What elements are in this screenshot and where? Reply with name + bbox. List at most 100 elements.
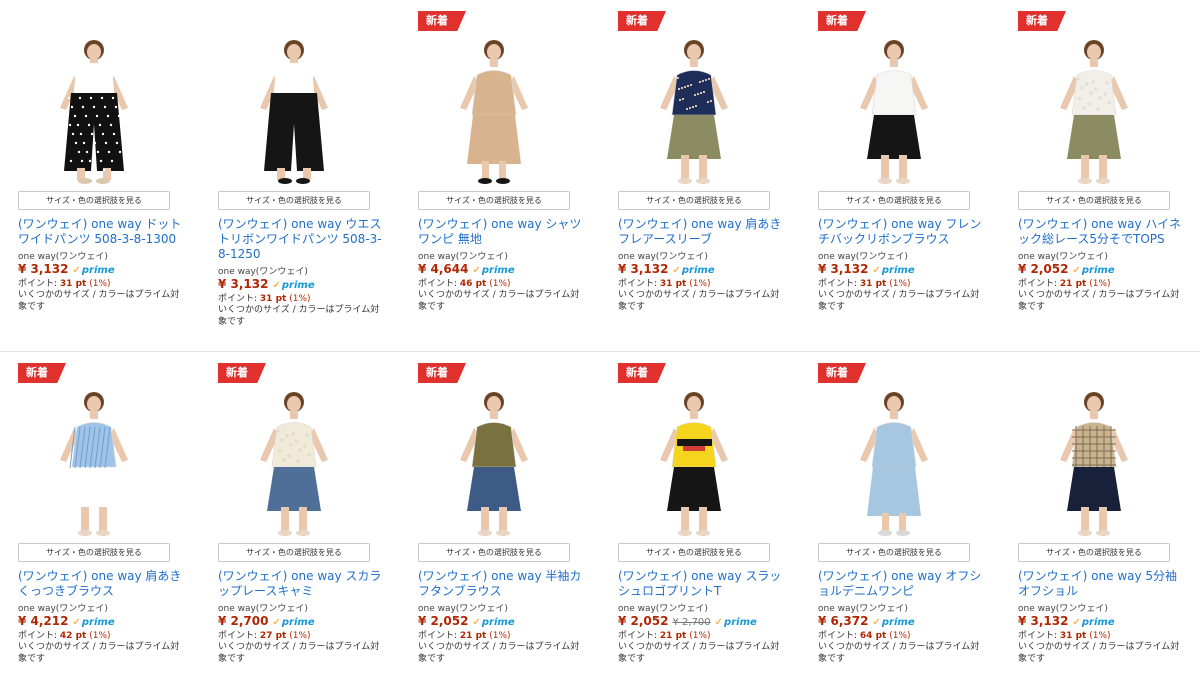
- brand-name: one way(ワンウェイ): [1018, 252, 1108, 262]
- points-percent: (1%): [289, 631, 311, 641]
- availability-note: いくつかのサイズ / カラーはプライム対象です: [818, 290, 980, 312]
- variation-button[interactable]: サイズ・色の選択肢を見る: [1018, 543, 1170, 562]
- price: ¥ 6,372: [818, 614, 869, 628]
- white-blouse-black-shorts-icon: [860, 40, 928, 184]
- product-title-link[interactable]: (ワンウェイ) one way スラッシュロゴプリントT: [618, 569, 786, 599]
- product-card-11[interactable]: 新着 サイズ・色の選択肢を見る (ワンウェイ) one way オフショルデニム…: [800, 352, 1000, 695]
- points-prefix: ポイント:: [1018, 279, 1058, 289]
- product-image[interactable]: [218, 32, 370, 186]
- brand-name: one way(ワンウェイ): [618, 252, 708, 262]
- points-value: 31 pt: [59, 279, 87, 289]
- product-title-link[interactable]: (ワンウェイ) one way ウエストリボンワイドパンツ 508-3-8-12…: [218, 217, 386, 262]
- new-badge: 新着: [1018, 11, 1066, 31]
- prime-badge: ✓ prime: [472, 266, 514, 276]
- points-prefix: ポイント:: [218, 294, 258, 304]
- new-badge: 新着: [418, 363, 466, 383]
- product-card-1[interactable]: サイズ・色の選択肢を見る (ワンウェイ) one way ドットワイドパンツ 5…: [0, 0, 200, 343]
- variation-button[interactable]: サイズ・色の選択肢を見る: [418, 191, 570, 210]
- product-card-7[interactable]: 新着 サイズ・色の選択肢を見る (ワンウェイ) one way 肩あきくっつきブ…: [0, 352, 200, 695]
- product-title-link[interactable]: (ワンウェイ) one way ドットワイドパンツ 508-3-8-1300: [18, 217, 186, 247]
- product-title-link[interactable]: (ワンウェイ) one way フレンチバックリボンブラウス: [818, 217, 986, 247]
- navy-floral-cold-shoulder-top-icon: [660, 40, 728, 184]
- product-card-9[interactable]: 新着 サイズ・色の選択肢を見る (ワンウェイ) one way 半袖カフタンブラ…: [400, 352, 600, 695]
- availability-note: いくつかのサイズ / カラーはプライム対象です: [218, 305, 380, 327]
- prime-badge: ✓ prime: [872, 618, 914, 628]
- product-image[interactable]: [818, 384, 970, 538]
- product-card-4[interactable]: 新着 サイズ・色の選択肢を見る (ワンウェイ) one way 肩あきフレアース…: [600, 0, 800, 343]
- variation-button[interactable]: サイズ・色の選択肢を見る: [18, 543, 170, 562]
- price: ¥ 4,212: [18, 614, 69, 628]
- check-icon: ✓: [72, 617, 81, 628]
- points-value: 31 pt: [1059, 631, 1087, 641]
- product-image[interactable]: [418, 32, 570, 186]
- points-percent: (1%): [89, 279, 111, 289]
- price-line: ¥ 4,644 ✓ prime: [418, 262, 593, 276]
- variation-button[interactable]: サイズ・色の選択肢を見る: [818, 191, 970, 210]
- product-image[interactable]: [618, 384, 770, 538]
- polka-dot-wide-pants-icon: [60, 40, 128, 184]
- brand-name: one way(ワンウェイ): [818, 604, 908, 614]
- new-badge: 新着: [418, 11, 466, 31]
- price: ¥ 2,052: [418, 614, 469, 628]
- product-title-link[interactable]: (ワンウェイ) one way オフショルデニムワンピ: [818, 569, 986, 599]
- points-value: 64 pt: [859, 631, 887, 641]
- points-prefix: ポイント:: [218, 631, 258, 641]
- product-card-2[interactable]: サイズ・色の選択肢を見る (ワンウェイ) one way ウエストリボンワイドパ…: [200, 0, 400, 343]
- product-title-link[interactable]: (ワンウェイ) one way ハイネック総レース5分そでTOPS: [1018, 217, 1186, 247]
- product-title-link[interactable]: (ワンウェイ) one way 肩あきフレアースリーブ: [618, 217, 786, 247]
- plaid-off-shoulder-top-icon: [1060, 392, 1128, 536]
- product-title-link[interactable]: (ワンウェイ) one way 肩あきくっつきブラウス: [18, 569, 186, 599]
- variation-button[interactable]: サイズ・色の選択肢を見る: [1018, 191, 1170, 210]
- points-percent: (1%): [289, 294, 311, 304]
- variation-button[interactable]: サイズ・色の選択肢を見る: [418, 543, 570, 562]
- points-percent: (1%): [489, 279, 511, 289]
- prime-label: prime: [281, 617, 315, 628]
- check-icon: ✓: [472, 617, 481, 628]
- variation-button[interactable]: サイズ・色の選択肢を見る: [218, 191, 370, 210]
- check-icon: ✓: [72, 265, 81, 276]
- product-card-3[interactable]: 新着 サイズ・色の選択肢を見る (ワンウェイ) one way シャツワンピ 無…: [400, 0, 600, 343]
- check-icon: ✓: [272, 617, 281, 628]
- product-title-link[interactable]: (ワンウェイ) one way スカラップレースキャミ: [218, 569, 386, 599]
- variation-button[interactable]: サイズ・色の選択肢を見る: [18, 191, 170, 210]
- prime-label: prime: [81, 265, 115, 276]
- points-prefix: ポイント:: [818, 631, 858, 641]
- product-card-5[interactable]: 新着 サイズ・色の選択肢を見る (ワンウェイ) one way フレンチバックリ…: [800, 0, 1000, 343]
- product-title-link[interactable]: (ワンウェイ) one way 半袖カフタンブラウス: [418, 569, 586, 599]
- points-prefix: ポイント:: [18, 279, 58, 289]
- prime-badge: ✓ prime: [1072, 618, 1114, 628]
- points-line: ポイント: 31 pt (1%): [818, 276, 993, 289]
- product-card-10[interactable]: 新着 サイズ・色の選択肢を見る (ワンウェイ) one way スラッシュロゴプ…: [600, 352, 800, 695]
- product-card-8[interactable]: 新着 サイズ・色の選択肢を見る (ワンウェイ) one way スカラップレース…: [200, 352, 400, 695]
- prime-badge: ✓ prime: [1072, 266, 1114, 276]
- availability-note: いくつかのサイズ / カラーはプライム対象です: [18, 642, 180, 664]
- product-card-12[interactable]: サイズ・色の選択肢を見る (ワンウェイ) one way 5分袖オフショル on…: [1000, 352, 1200, 695]
- product-image[interactable]: [1018, 32, 1170, 186]
- check-icon: ✓: [872, 265, 881, 276]
- blue-stripe-off-shoulder-blouse-icon: [60, 392, 128, 536]
- product-image[interactable]: [418, 384, 570, 538]
- product-title-link[interactable]: (ワンウェイ) one way 5分袖オフショル: [1018, 569, 1186, 599]
- product-image[interactable]: [18, 32, 170, 186]
- product-image[interactable]: [818, 32, 970, 186]
- product-card-6[interactable]: 新着 サイズ・色の選択肢を見る (ワンウェイ) one way ハイネック総レー…: [1000, 0, 1200, 343]
- product-image[interactable]: [218, 384, 370, 538]
- variation-button[interactable]: サイズ・色の選択肢を見る: [618, 543, 770, 562]
- check-icon: ✓: [1072, 265, 1081, 276]
- variation-button[interactable]: サイズ・色の選択肢を見る: [218, 543, 370, 562]
- prime-label: prime: [881, 265, 915, 276]
- light-denim-dress-icon: [860, 392, 928, 536]
- variation-button[interactable]: サイズ・色の選択肢を見る: [618, 191, 770, 210]
- prime-badge: ✓ prime: [472, 618, 514, 628]
- prime-badge: ✓ prime: [672, 266, 714, 276]
- availability-note: いくつかのサイズ / カラーはプライム対象です: [418, 642, 580, 664]
- points-prefix: ポイント:: [618, 279, 658, 289]
- new-badge: 新着: [818, 11, 866, 31]
- brand-name: one way(ワンウェイ): [818, 252, 908, 262]
- product-image[interactable]: [1018, 384, 1170, 538]
- new-badge: 新着: [618, 11, 666, 31]
- variation-button[interactable]: サイズ・色の選択肢を見る: [818, 543, 970, 562]
- product-image[interactable]: [618, 32, 770, 186]
- product-image[interactable]: [18, 384, 170, 538]
- product-title-link[interactable]: (ワンウェイ) one way シャツワンピ 無地: [418, 217, 586, 247]
